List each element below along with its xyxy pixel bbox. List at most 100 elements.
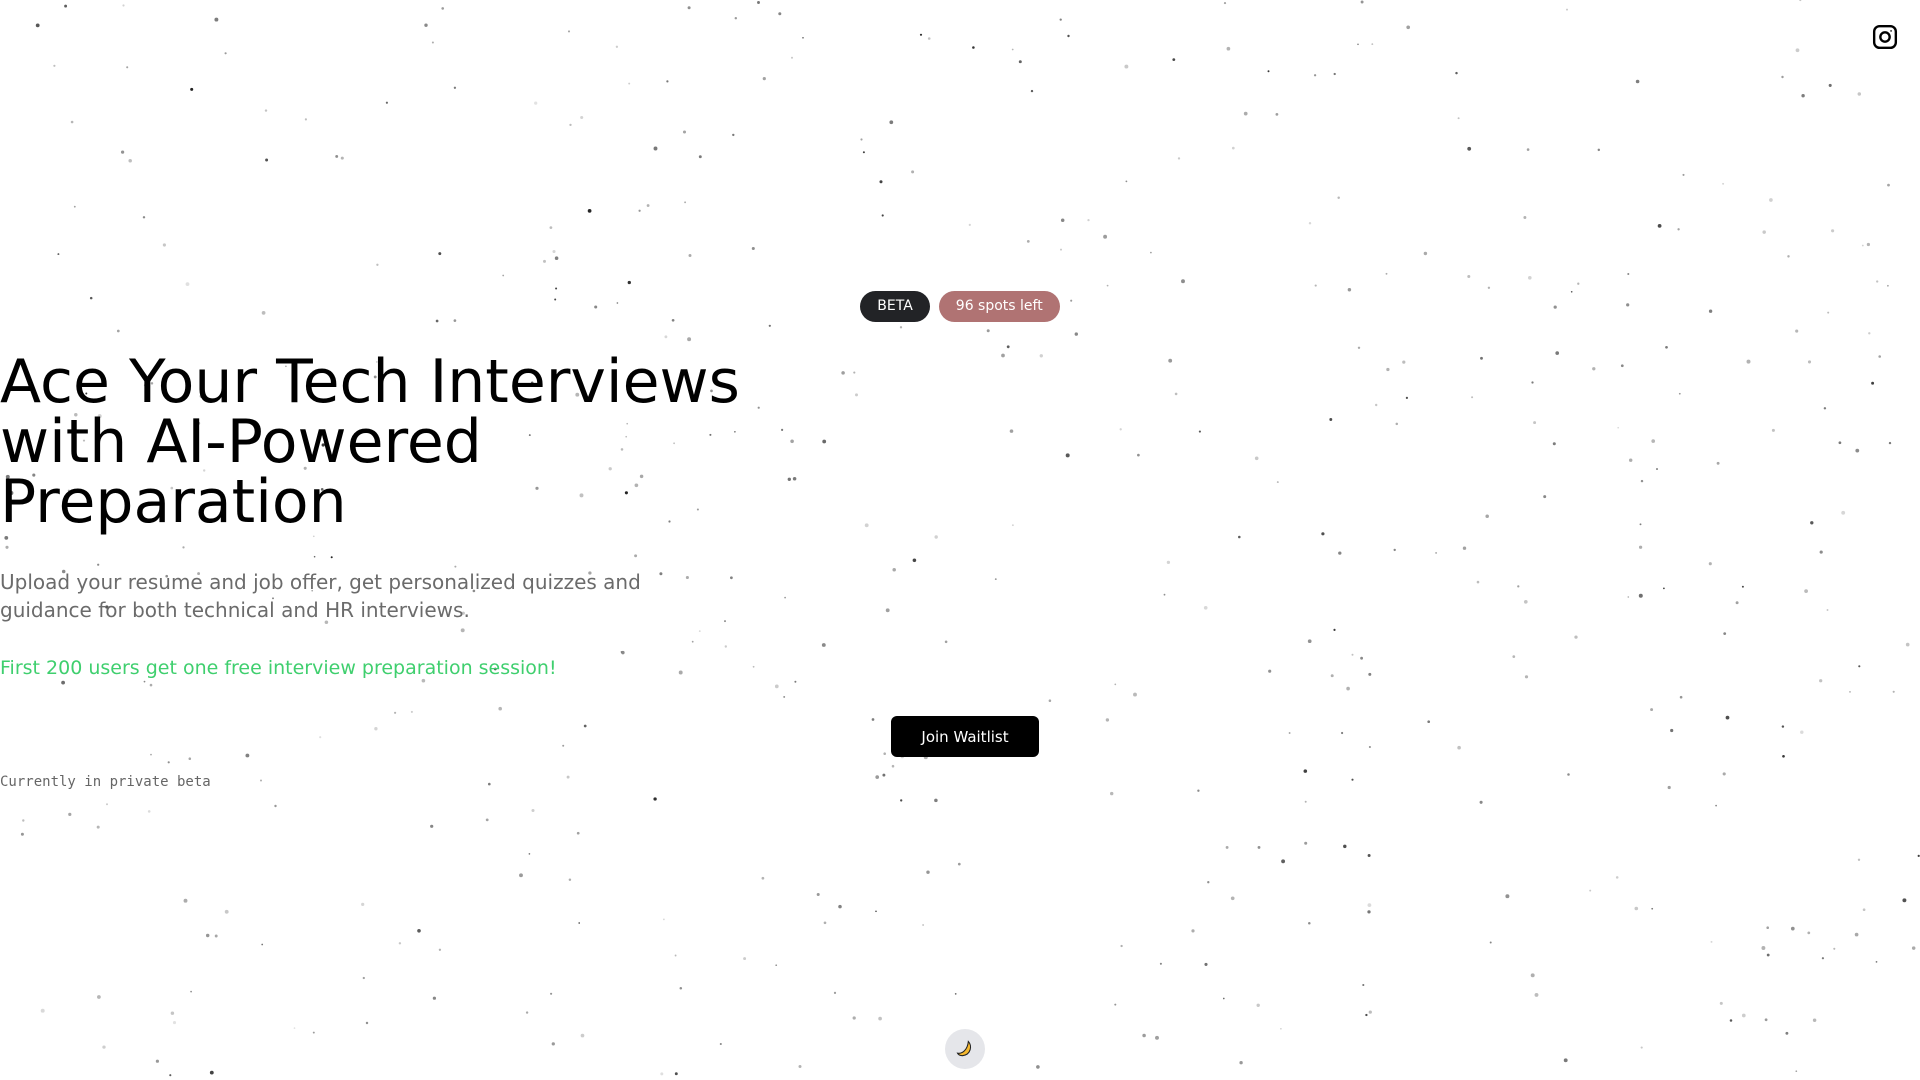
particle-dot — [569, 123, 572, 127]
particle-dot — [1393, 548, 1396, 552]
particle-dot — [698, 630, 701, 632]
particle-dot — [431, 41, 434, 44]
particle-dot — [775, 964, 778, 967]
particle-dot — [1708, 562, 1712, 566]
particle-dot — [1018, 60, 1022, 64]
particle-dot — [1150, 251, 1152, 254]
particle-dot — [1385, 272, 1388, 275]
particle-dot — [460, 628, 465, 633]
particle-dot — [687, 337, 692, 342]
particle-dot — [424, 23, 428, 27]
particle-dot — [1060, 218, 1065, 223]
join-waitlist-button[interactable]: Join Waitlist — [891, 716, 1039, 757]
particle-dot — [674, 1072, 678, 1076]
particle-dot — [743, 957, 747, 961]
particle-dot — [1351, 653, 1354, 656]
particle-dot — [1230, 896, 1235, 901]
particle-dot — [410, 710, 413, 713]
particle-dot — [774, 684, 779, 689]
particle-dot — [1875, 961, 1878, 963]
particle-dot — [170, 1011, 175, 1015]
particle-dot — [957, 862, 961, 866]
particle-dot — [1011, 48, 1014, 51]
particle-dot — [1105, 718, 1110, 722]
particle-dot — [40, 1008, 45, 1013]
promo-text: First 200 users get one free interview p… — [0, 657, 557, 679]
particle-dot — [190, 87, 194, 91]
particle-dot — [531, 808, 535, 813]
particle-dot — [1087, 218, 1090, 222]
particle-dot — [1670, 728, 1674, 733]
particle-dot — [1795, 48, 1800, 53]
subtitle: Upload your resume and job offer, get pe… — [0, 568, 1920, 624]
particle-dot — [1142, 1033, 1146, 1038]
particle-dot — [1781, 75, 1784, 79]
particle-dot — [1634, 906, 1639, 911]
particle-dot — [881, 214, 884, 217]
particle-dot — [891, 764, 895, 768]
particle-dot — [485, 818, 489, 822]
particle-dot — [634, 554, 638, 558]
particle-dot — [762, 77, 766, 81]
particle-dot — [1371, 43, 1374, 46]
particle-dot — [394, 711, 397, 714]
particle-dot — [149, 683, 153, 687]
theme-toggle-button[interactable] — [945, 1029, 985, 1069]
particle-dot — [972, 46, 975, 49]
instagram-link[interactable] — [1872, 24, 1898, 50]
particle-dot — [1917, 854, 1920, 858]
particle-dot — [550, 992, 553, 995]
particle-dot — [1677, 228, 1680, 231]
particle-dot — [778, 12, 782, 16]
particle-dot — [1800, 730, 1804, 734]
particle-dot — [719, 1042, 722, 1046]
spots-left-badge: 96 spots left — [938, 291, 1060, 322]
particle-dot — [534, 101, 538, 105]
particle-dot — [340, 156, 344, 160]
particle-dot — [1243, 111, 1248, 116]
particle-dot — [1303, 769, 1308, 773]
particle-dot — [1766, 926, 1769, 929]
particle-dot — [1036, 1065, 1040, 1069]
title-line: Ace Your Tech Interviews — [0, 347, 740, 417]
particle-dot — [205, 933, 210, 938]
particle-dot — [1313, 74, 1317, 77]
particle-dot — [96, 825, 100, 829]
particle-dot — [576, 831, 580, 835]
particle-dot — [1764, 1018, 1768, 1022]
particle-dot — [587, 209, 592, 213]
particle-dot — [53, 64, 56, 67]
particle-dot — [1828, 83, 1832, 87]
particle-dot — [751, 246, 755, 251]
particle-dot — [224, 909, 229, 914]
particle-dot — [385, 101, 388, 104]
particle-dot — [102, 1045, 106, 1049]
particle-dot — [1665, 345, 1668, 349]
particle-dot — [1719, 1001, 1723, 1005]
particle-dot — [498, 706, 502, 711]
particle-dot — [398, 942, 402, 945]
particle-dot — [911, 170, 915, 174]
particle-dot — [823, 921, 827, 925]
particle-dot — [1715, 804, 1717, 807]
particle-dot — [97, 995, 101, 999]
particle-dot — [1787, 255, 1790, 258]
particle-dot — [214, 934, 218, 938]
particle-dot — [293, 1027, 296, 1029]
particle-dot — [61, 680, 65, 685]
particle-dot — [122, 4, 125, 7]
particle-dot — [934, 535, 938, 539]
particle-dot — [1367, 854, 1371, 857]
particle-dot — [912, 558, 917, 563]
particle-dot — [528, 853, 531, 855]
particle-dot — [1177, 157, 1181, 160]
particle-dot — [1722, 182, 1725, 185]
particle-dot — [871, 718, 875, 721]
particle-dot — [106, 803, 108, 806]
particle-dot — [889, 120, 894, 125]
particle-dot — [224, 52, 227, 55]
particle-dot — [1238, 535, 1241, 539]
particle-dot — [698, 155, 702, 159]
particle-dot — [1781, 725, 1785, 728]
particle-dot — [1479, 800, 1483, 804]
